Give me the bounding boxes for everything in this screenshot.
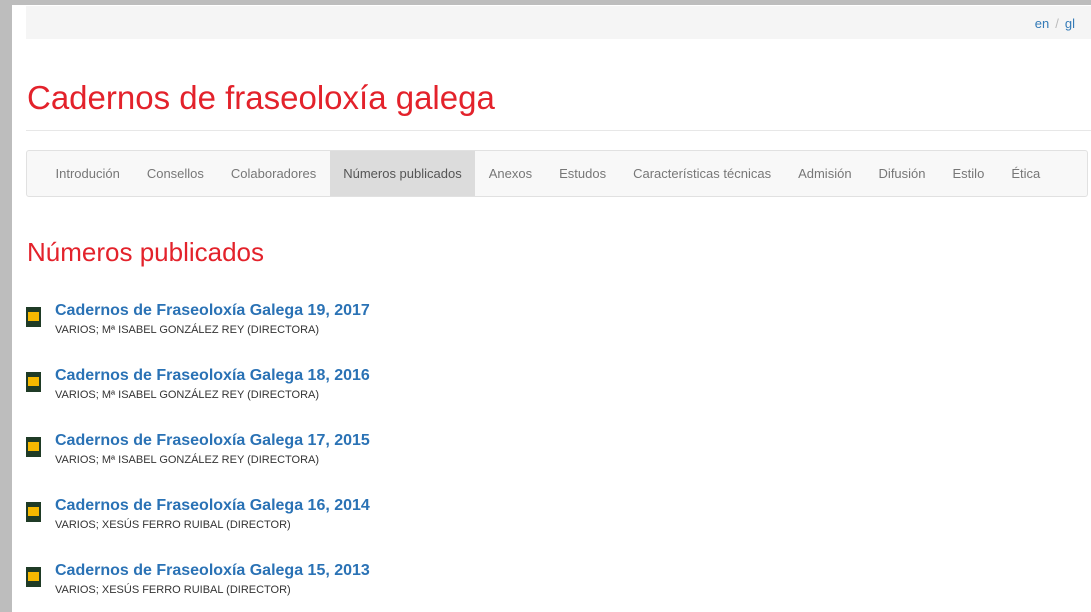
nav-item-introducion[interactable]: Introdución — [42, 151, 133, 196]
site-title[interactable]: Cadernos de fraseoloxía galega — [27, 78, 495, 118]
issue-author: VARIOS; Mª ISABEL GONZÁLEZ REY (DIRECTOR… — [55, 324, 320, 336]
nav-item-consellos[interactable]: Consellos — [133, 151, 217, 196]
cover-thumbnail-icon[interactable] — [26, 437, 41, 457]
header-divider — [26, 130, 1091, 131]
nav-item-numeros-publicados[interactable]: Números publicados — [329, 151, 476, 196]
nav-item-etica[interactable]: Ética — [998, 151, 1054, 196]
issue-title-link[interactable]: Cadernos de Fraseoloxía Galega 16, 2014 — [55, 497, 370, 515]
issue-title-link[interactable]: Cadernos de Fraseoloxía Galega 18, 2016 — [55, 367, 370, 385]
issue-title-link[interactable]: Cadernos de Fraseoloxía Galega 15, 2013 — [55, 562, 370, 580]
cover-thumbnail-icon[interactable] — [26, 502, 41, 522]
issue-title-link[interactable]: Cadernos de Fraseoloxía Galega 19, 2017 — [55, 302, 370, 320]
issue-author: VARIOS; XESÚS FERRO RUIBAL (DIRECTOR) — [55, 584, 291, 596]
nav-item-colaboradores[interactable]: Colaboradores — [217, 151, 329, 196]
nav-item-estudos[interactable]: Estudos — [546, 151, 620, 196]
cover-thumbnail-icon[interactable] — [26, 567, 41, 587]
issue-author: VARIOS; XESÚS FERRO RUIBAL (DIRECTOR) — [55, 519, 291, 531]
lang-link-gl[interactable]: gl — [1065, 16, 1075, 31]
section-title: Números publicados — [27, 237, 265, 267]
language-separator: / — [1055, 16, 1059, 31]
issue-author: VARIOS; Mª ISABEL GONZÁLEZ REY (DIRECTOR… — [55, 389, 320, 401]
language-bar: en / gl — [26, 6, 1091, 39]
nav-item-difusion[interactable]: Difusión — [865, 151, 939, 196]
cover-thumbnail-icon[interactable] — [26, 307, 41, 327]
cover-thumbnail-icon[interactable] — [26, 372, 41, 392]
main-nav: Introdución Consellos Colaboradores Núme… — [26, 150, 1088, 197]
nav-item-estilo[interactable]: Estilo — [939, 151, 998, 196]
page: en / gl Cadernos de fraseoloxía galega Int… — [12, 5, 1091, 612]
language-switcher: en / gl — [1035, 16, 1075, 31]
nav-item-caracteristicas-tecnicas[interactable]: Características técnicas — [620, 151, 785, 196]
nav-item-admision[interactable]: Admisión — [785, 151, 865, 196]
issue-title-link[interactable]: Cadernos de Fraseoloxía Galega 17, 2015 — [55, 432, 370, 450]
lang-link-en[interactable]: en — [1035, 16, 1049, 31]
issue-author: VARIOS; Mª ISABEL GONZÁLEZ REY (DIRECTOR… — [55, 454, 320, 466]
nav-item-anexos[interactable]: Anexos — [475, 151, 545, 196]
